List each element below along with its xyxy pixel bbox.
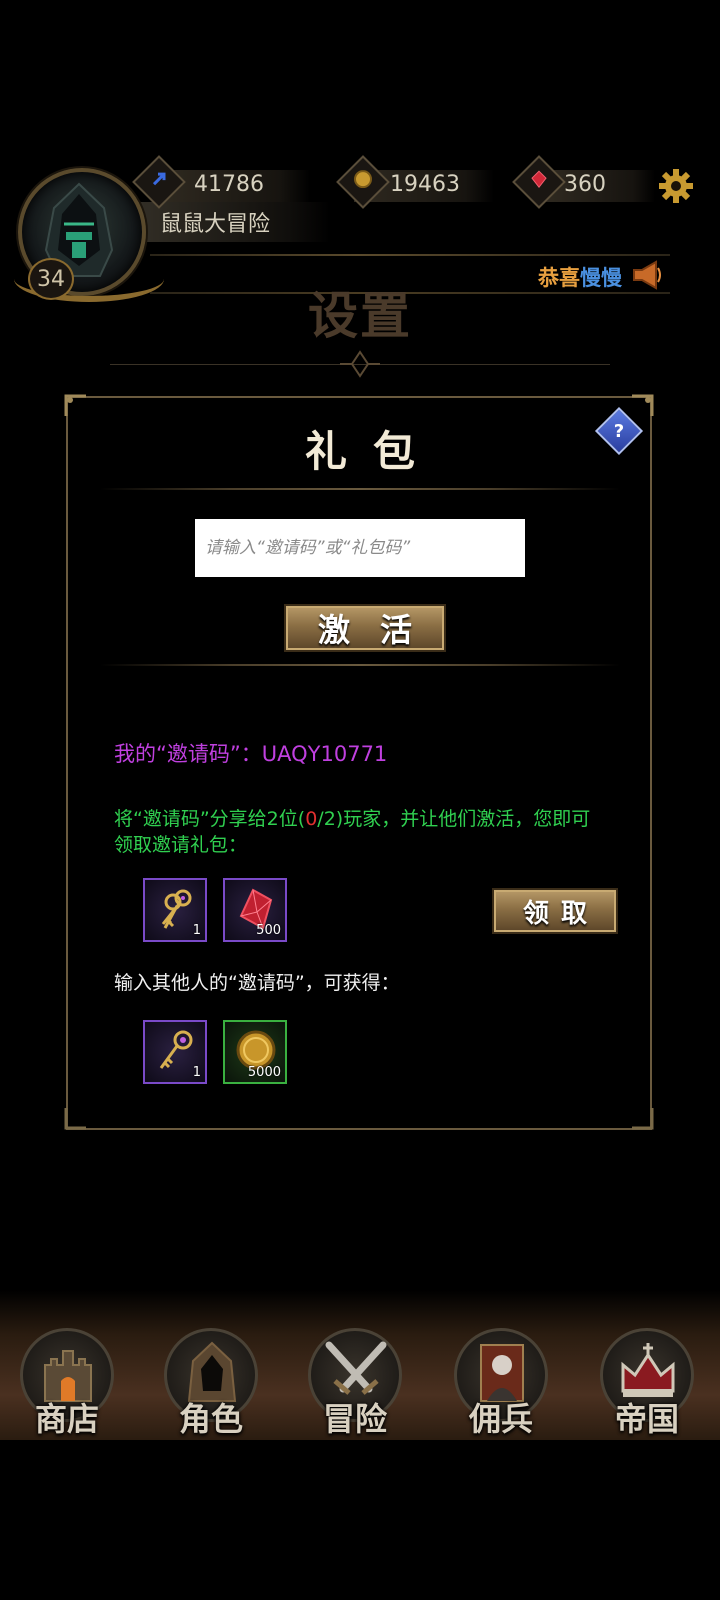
corner-ornament-icon: [632, 394, 654, 416]
share-instructions: 将“邀请码”分享给2位(0/2)玩家，并让他们激活，您即可领取邀请礼包：: [114, 806, 604, 858]
ornament-icon: [340, 350, 380, 378]
enter-code-instructions: 输入其他人的“邀请码”，可获得：: [114, 972, 400, 994]
share-text-a: 将“邀请码”分享给2位(: [114, 808, 306, 830]
reward-count: 500: [256, 923, 281, 938]
my-invite-code: 我的“邀请码”：UAQY10771: [114, 742, 388, 766]
corner-ornament-icon: [64, 394, 86, 416]
help-icon: ?: [613, 420, 625, 442]
gold-value: 19463: [390, 172, 460, 197]
gear-icon[interactable]: [658, 168, 694, 204]
reward-slot-gems[interactable]: 500: [223, 878, 287, 942]
reward-count: 1: [192, 923, 201, 938]
reward-count: 5000: [247, 1065, 281, 1080]
nav-label: 佣兵: [468, 1400, 533, 1438]
corner-ornament-icon: [632, 1108, 654, 1130]
activate-button[interactable]: 激活: [284, 604, 446, 652]
corner-ornament-icon: [64, 1108, 86, 1130]
claim-button[interactable]: 领取: [492, 888, 618, 934]
nav-label: 冒险: [322, 1400, 387, 1438]
nav-adventure[interactable]: 冒险: [300, 1320, 410, 1440]
player-name: 鼠鼠大冒险: [160, 212, 271, 237]
nav-mercenary[interactable]: 佣兵: [446, 1320, 556, 1440]
code-input[interactable]: [195, 519, 525, 577]
nav-label: 商店: [34, 1400, 99, 1438]
energy-value: 41786: [194, 172, 264, 197]
nav-character[interactable]: 角色: [156, 1320, 266, 1440]
nav-shop[interactable]: 商店: [12, 1320, 122, 1440]
invite-progress: 0: [305, 808, 318, 830]
dialog-divider: [100, 664, 620, 666]
nav-label: 角色: [178, 1400, 243, 1438]
reward-slot-gold[interactable]: 5000: [223, 1020, 287, 1084]
dialog-divider: [100, 488, 620, 490]
header-divider: [150, 254, 670, 256]
reward-slot-key[interactable]: 1: [143, 1020, 207, 1084]
reward-slot-keys[interactable]: 1: [143, 878, 207, 942]
nav-label: 帝国: [614, 1400, 679, 1438]
reward-count: 1: [192, 1065, 201, 1080]
gems-value: 360: [564, 172, 606, 197]
page-title: 设置: [308, 286, 412, 345]
nav-empire[interactable]: 帝国: [592, 1320, 702, 1440]
